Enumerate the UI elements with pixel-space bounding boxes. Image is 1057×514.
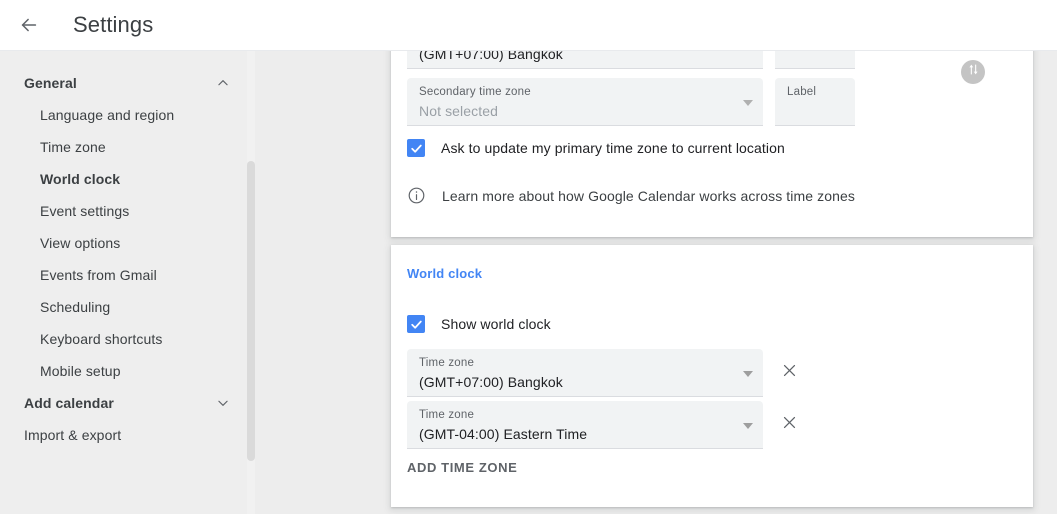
ask-update-timezone-row[interactable]: Ask to update my primary time zone to cu…	[407, 139, 785, 157]
sidebar-item-import-export[interactable]: Import & export	[0, 419, 248, 451]
caret-down-icon[interactable]	[743, 93, 753, 111]
world-clock-time-zone-row-1: Time zone (GMT+07:00) Bangkok	[407, 349, 807, 397]
add-time-zone-button[interactable]: ADD TIME ZONE	[407, 460, 517, 475]
world-clock-time-zone-field-2[interactable]: Time zone (GMT-04:00) Eastern Time	[407, 401, 763, 449]
world-clock-time-zone-label-1: Time zone	[419, 357, 475, 369]
world-clock-time-zone-value-1: (GMT+07:00) Bangkok	[419, 374, 563, 390]
sidebar-item-scheduling[interactable]: Scheduling	[0, 291, 248, 323]
show-world-clock-label: Show world clock	[441, 316, 551, 332]
learn-more-row[interactable]: Learn more about how Google Calendar wor…	[407, 186, 855, 205]
caret-down-icon[interactable]	[743, 364, 753, 382]
sidebar-group-general-label: General	[24, 75, 77, 91]
page-scrollbar-thumb[interactable]	[247, 161, 255, 461]
app-header: Settings	[0, 0, 1057, 51]
caret-down-icon[interactable]	[743, 51, 753, 54]
chevron-down-icon[interactable]	[214, 394, 232, 412]
primary-time-zone-field[interactable]: Time zone (GMT+07:00) Bangkok	[407, 51, 763, 69]
world-clock-time-zone-value-2: (GMT-04:00) Eastern Time	[419, 426, 588, 442]
world-clock-heading: World clock	[407, 266, 483, 281]
ask-update-timezone-checkbox[interactable]	[407, 139, 425, 157]
remove-time-zone-button-2[interactable]	[771, 407, 807, 443]
sidebar: General Language and region Time zone Wo…	[0, 51, 248, 514]
arrow-left-icon	[18, 14, 40, 36]
swap-time-zones-button[interactable]	[961, 60, 985, 84]
sidebar-item-language-and-region[interactable]: Language and region	[0, 99, 248, 131]
sidebar-item-mobile-setup[interactable]: Mobile setup	[0, 355, 248, 387]
sidebar-item-world-clock[interactable]: World clock	[0, 163, 248, 195]
world-clock-time-zone-field-1[interactable]: Time zone (GMT+07:00) Bangkok	[407, 349, 763, 397]
content-area: Time zone (GMT+07:00) Bangkok Label Seco…	[255, 51, 1057, 514]
sidebar-item-import-export-label: Import & export	[24, 427, 122, 443]
sidebar-item-view-options[interactable]: View options	[0, 227, 248, 259]
world-clock-time-zone-label-2: Time zone	[419, 409, 475, 421]
close-icon	[781, 414, 798, 436]
secondary-time-zone-field[interactable]: Secondary time zone Not selected	[407, 78, 763, 126]
show-world-clock-checkbox[interactable]	[407, 315, 425, 333]
sidebar-group-general[interactable]: General	[0, 67, 248, 99]
time-zone-card: Time zone (GMT+07:00) Bangkok Label Seco…	[391, 51, 1033, 237]
secondary-time-zone-value: Not selected	[419, 103, 499, 119]
learn-more-link[interactable]: Learn more about how Google Calendar wor…	[442, 188, 855, 204]
sidebar-item-event-settings[interactable]: Event settings	[0, 195, 248, 227]
primary-time-zone-row: Time zone (GMT+07:00) Bangkok Label	[407, 51, 855, 69]
chevron-up-icon[interactable]	[214, 74, 232, 92]
sidebar-item-events-from-gmail[interactable]: Events from Gmail	[0, 259, 248, 291]
sidebar-item-time-zone[interactable]: Time zone	[0, 131, 248, 163]
swap-vertical-icon	[967, 63, 980, 81]
primary-label-field[interactable]: Label	[775, 51, 855, 69]
secondary-time-zone-row: Secondary time zone Not selected Label	[407, 78, 855, 126]
primary-time-zone-value: (GMT+07:00) Bangkok	[419, 51, 563, 62]
page-scrollbar[interactable]	[247, 51, 255, 514]
page-title: Settings	[73, 12, 154, 37]
sidebar-group-add-calendar[interactable]: Add calendar	[0, 387, 248, 419]
info-outline-icon	[407, 186, 426, 205]
secondary-label-field[interactable]: Label	[775, 78, 855, 126]
close-icon	[781, 362, 798, 384]
sidebar-group-add-calendar-label: Add calendar	[24, 395, 114, 411]
back-button[interactable]	[9, 5, 49, 45]
ask-update-timezone-label: Ask to update my primary time zone to cu…	[441, 140, 785, 156]
sidebar-item-keyboard-shortcuts[interactable]: Keyboard shortcuts	[0, 323, 248, 355]
show-world-clock-row[interactable]: Show world clock	[407, 315, 551, 333]
secondary-label-field-label: Label	[787, 86, 817, 98]
remove-time-zone-button-1[interactable]	[771, 355, 807, 391]
caret-down-icon[interactable]	[743, 416, 753, 434]
world-clock-card: World clock Show world clock Time zone (…	[391, 245, 1033, 507]
secondary-time-zone-label: Secondary time zone	[419, 86, 531, 98]
world-clock-time-zone-row-2: Time zone (GMT-04:00) Eastern Time	[407, 401, 807, 449]
